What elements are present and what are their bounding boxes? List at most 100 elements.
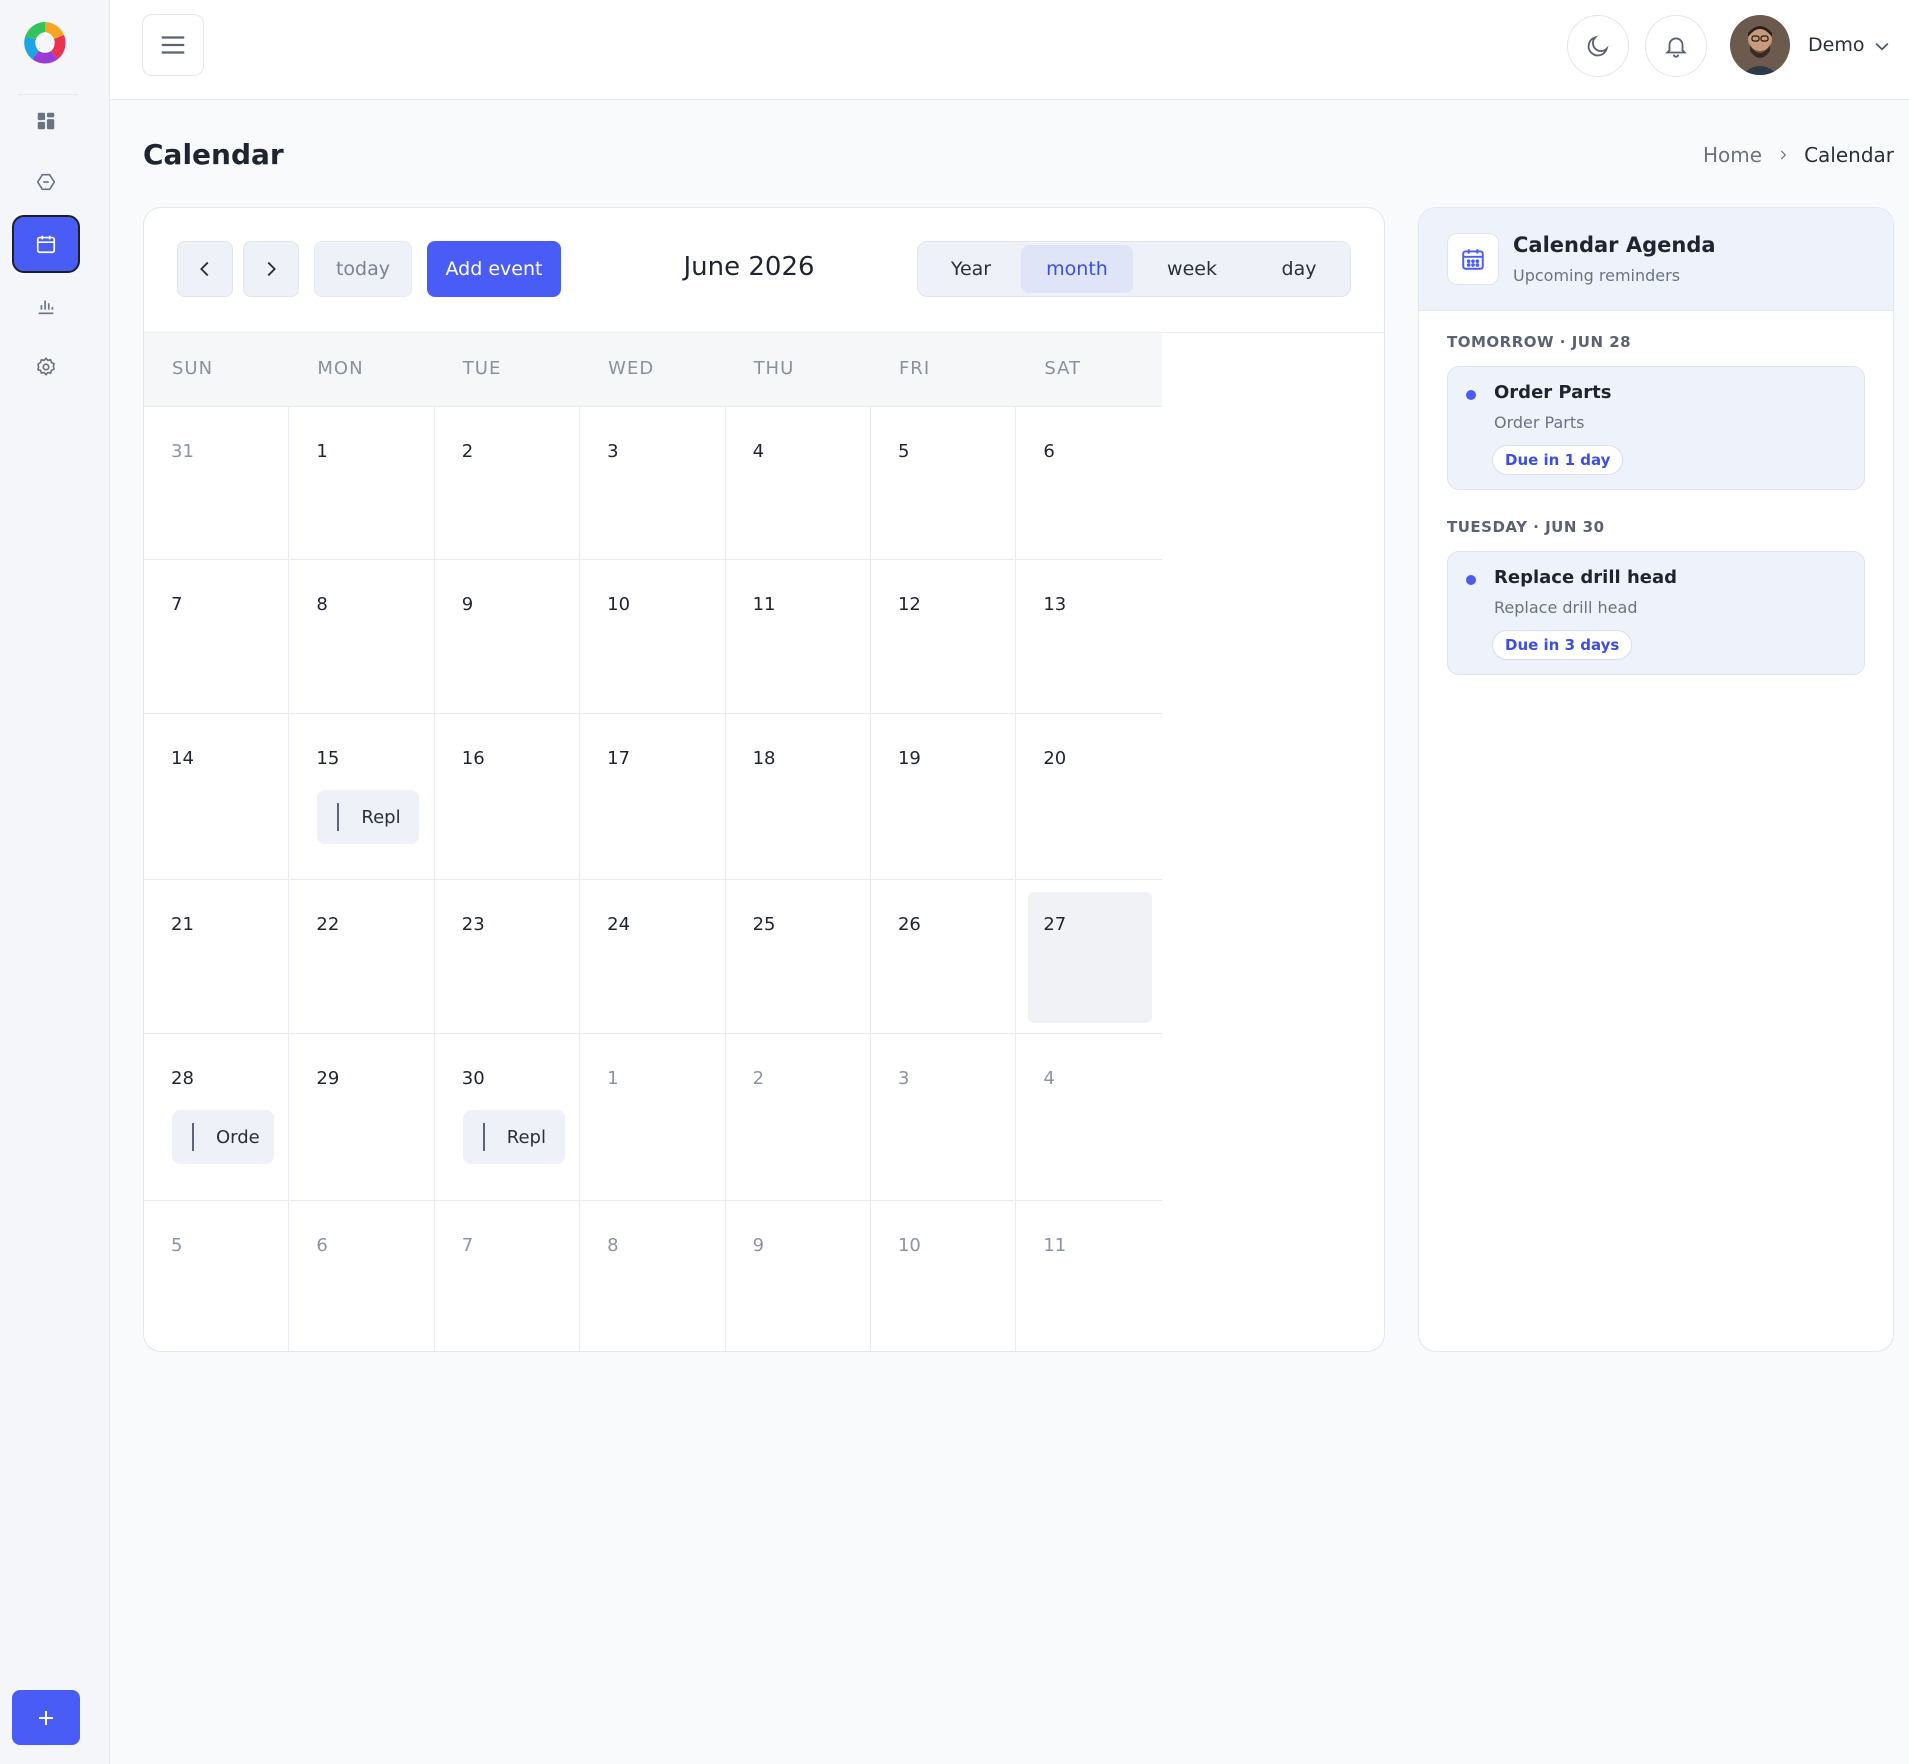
day-number[interactable]: 7 xyxy=(462,1235,473,1256)
day-cell[interactable]: 19 xyxy=(871,714,1017,879)
agenda-item[interactable]: Order Parts Order Parts Due in 1 day xyxy=(1447,366,1865,490)
day-cell[interactable]: 10 xyxy=(580,560,726,713)
calendar-event[interactable]: Orde xyxy=(172,1110,274,1164)
day-cell[interactable]: 10 xyxy=(871,1201,1017,1351)
day-cell[interactable]: 18 xyxy=(726,714,871,879)
day-cell[interactable]: 6 xyxy=(289,1201,435,1351)
day-number[interactable]: 27 xyxy=(1043,914,1066,935)
day-cell[interactable]: 7 xyxy=(435,1201,581,1351)
day-cell[interactable]: 22 xyxy=(289,880,435,1033)
day-cell[interactable]: 4 xyxy=(726,407,871,559)
day-number[interactable]: 31 xyxy=(171,441,194,462)
day-cell[interactable]: 11 xyxy=(1016,1201,1161,1351)
day-number[interactable]: 6 xyxy=(1043,441,1054,462)
day-number[interactable]: 4 xyxy=(1043,1068,1054,1089)
day-number[interactable]: 2 xyxy=(753,1068,764,1089)
day-cell[interactable]: 1 xyxy=(580,1034,726,1200)
day-number[interactable]: 14 xyxy=(171,748,194,769)
day-number[interactable]: 2 xyxy=(462,441,473,462)
day-cell[interactable]: 9 xyxy=(435,560,581,713)
day-cell[interactable]: 26 xyxy=(871,880,1017,1033)
day-cell[interactable]: 28 Orde xyxy=(144,1034,290,1200)
day-number[interactable]: 9 xyxy=(462,594,473,615)
day-number[interactable]: 3 xyxy=(607,441,618,462)
day-number[interactable]: 9 xyxy=(753,1235,764,1256)
sidebar-item-dashboard[interactable] xyxy=(12,92,80,150)
day-cell[interactable]: 7 xyxy=(144,560,290,713)
user-name[interactable]: Demo xyxy=(1808,34,1864,56)
day-number[interactable]: 26 xyxy=(898,914,921,935)
breadcrumb-home-link[interactable]: Home xyxy=(1703,143,1762,167)
day-cell[interactable]: 5 xyxy=(871,407,1017,559)
menu-toggle-button[interactable] xyxy=(142,14,204,76)
add-event-button[interactable]: Add event xyxy=(427,241,561,297)
chevron-down-icon[interactable] xyxy=(1872,36,1892,56)
sidebar-item-calendar[interactable] xyxy=(12,215,80,273)
day-number[interactable]: 5 xyxy=(171,1235,182,1256)
day-number[interactable]: 18 xyxy=(753,748,776,769)
day-cell[interactable]: 23 xyxy=(435,880,581,1033)
notifications-button[interactable] xyxy=(1645,15,1707,77)
view-year-button[interactable]: Year xyxy=(921,245,1021,293)
day-cell[interactable]: 20 xyxy=(1016,714,1161,879)
day-number[interactable]: 7 xyxy=(171,594,182,615)
day-cell[interactable]: 25 xyxy=(726,880,871,1033)
day-cell[interactable]: 5 xyxy=(144,1201,290,1351)
today-button[interactable]: today xyxy=(314,241,412,297)
day-number[interactable]: 19 xyxy=(898,748,921,769)
day-number[interactable]: 28 xyxy=(171,1068,194,1089)
day-number[interactable]: 8 xyxy=(607,1235,618,1256)
day-cell[interactable]: 11 xyxy=(726,560,871,713)
day-number[interactable]: 21 xyxy=(171,914,194,935)
day-cell[interactable]: 6 xyxy=(1016,407,1161,559)
day-cell[interactable]: 3 xyxy=(580,407,726,559)
prev-month-button[interactable] xyxy=(177,241,233,297)
sidebar-item-reports[interactable] xyxy=(12,277,80,335)
next-month-button[interactable] xyxy=(243,241,299,297)
day-number[interactable]: 6 xyxy=(316,1235,327,1256)
day-number[interactable]: 12 xyxy=(898,594,921,615)
day-number[interactable]: 1 xyxy=(316,441,327,462)
day-number[interactable]: 10 xyxy=(607,594,630,615)
day-cell[interactable]: 15 Repl xyxy=(289,714,435,879)
day-number[interactable]: 13 xyxy=(1043,594,1066,615)
day-cell[interactable]: 8 xyxy=(580,1201,726,1351)
day-number[interactable]: 30 xyxy=(462,1068,485,1089)
day-number[interactable]: 25 xyxy=(753,914,776,935)
day-cell[interactable]: 2 xyxy=(435,407,581,559)
day-cell[interactable]: 31 xyxy=(144,407,290,559)
day-cell[interactable]: 8 xyxy=(289,560,435,713)
day-cell[interactable]: 17 xyxy=(580,714,726,879)
day-cell[interactable]: 14 xyxy=(144,714,290,879)
calendar-event[interactable]: Repl xyxy=(317,790,420,844)
day-number[interactable]: 24 xyxy=(607,914,630,935)
day-number[interactable]: 5 xyxy=(898,441,909,462)
dark-mode-button[interactable] xyxy=(1567,15,1629,77)
day-number[interactable]: 22 xyxy=(316,914,339,935)
day-number[interactable]: 11 xyxy=(753,594,776,615)
agenda-item[interactable]: Replace drill head Replace drill head Du… xyxy=(1447,551,1865,675)
day-number[interactable]: 10 xyxy=(898,1235,921,1256)
day-number[interactable]: 8 xyxy=(316,594,327,615)
day-number[interactable]: 1 xyxy=(607,1068,618,1089)
day-cell[interactable]: 30 Repl xyxy=(435,1034,581,1200)
day-cell-today[interactable]: 27 xyxy=(1016,880,1161,1033)
day-cell[interactable]: 1 xyxy=(289,407,435,559)
day-cell[interactable]: 3 xyxy=(871,1034,1017,1200)
view-week-button[interactable]: week xyxy=(1133,245,1251,293)
day-number[interactable]: 11 xyxy=(1043,1235,1066,1256)
day-cell[interactable]: 21 xyxy=(144,880,290,1033)
day-number[interactable]: 20 xyxy=(1043,748,1066,769)
day-cell[interactable]: 12 xyxy=(871,560,1017,713)
day-number[interactable]: 16 xyxy=(462,748,485,769)
day-number[interactable]: 23 xyxy=(462,914,485,935)
day-cell[interactable]: 9 xyxy=(726,1201,871,1351)
day-number[interactable]: 3 xyxy=(898,1068,909,1089)
day-cell[interactable]: 29 xyxy=(289,1034,435,1200)
day-cell[interactable]: 2 xyxy=(726,1034,871,1200)
day-cell[interactable]: 24 xyxy=(580,880,726,1033)
avatar[interactable] xyxy=(1730,15,1790,75)
view-day-button[interactable]: day xyxy=(1251,245,1347,293)
day-number[interactable]: 15 xyxy=(316,748,339,769)
sidebar-item-tasks[interactable] xyxy=(12,153,80,211)
